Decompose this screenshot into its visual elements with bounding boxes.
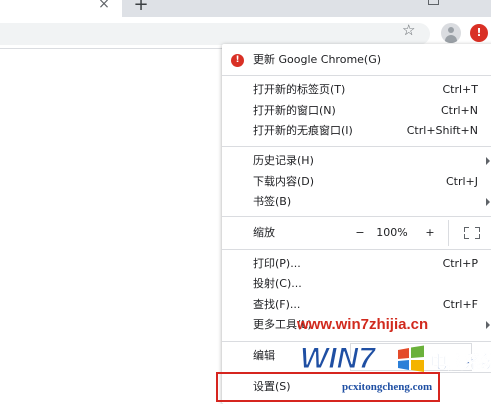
bookmark-star-icon[interactable]: ☆ [402, 21, 415, 39]
active-tab[interactable]: × [0, 0, 122, 17]
zoom-out-button[interactable]: − [350, 223, 370, 243]
tab-strip: × + [0, 0, 491, 17]
menu-item-new-incognito-window[interactable]: 打开新的无痕窗口(I) Ctrl+Shift+N [222, 121, 491, 141]
menu-item-label: 书签(B) [253, 195, 292, 208]
menu-item-label: 打印(P)... [253, 257, 301, 270]
watermark-url: www.win7zhijia.cn [297, 316, 429, 333]
window-restore-icon[interactable] [428, 0, 439, 5]
menu-item-label: 历史记录(H) [253, 154, 314, 167]
menu-separator [222, 216, 491, 217]
menu-item-new-tab[interactable]: 打开新的标签页(T) Ctrl+T [222, 80, 491, 100]
menu-item-zoom: 缩放 − 100% + [222, 220, 491, 246]
menu-item-shortcut: Ctrl+J [445, 175, 478, 188]
profile-avatar-icon[interactable] [441, 23, 461, 43]
menu-item-print[interactable]: 打印(P)... Ctrl+P [222, 254, 491, 274]
watermark-logo: WIN7 电脑系统城 [300, 342, 491, 376]
menu-item-update-chrome[interactable]: ! 更新 Google Chrome(G) [222, 50, 491, 70]
submenu-arrow-icon [486, 198, 490, 206]
menu-separator [222, 75, 491, 76]
menu-item-find[interactable]: 查找(F)... Ctrl+F [222, 295, 491, 315]
menu-item-label: 查找(F)... [253, 298, 301, 311]
menu-item-label: 编辑 [253, 349, 275, 362]
menu-item-shortcut: Ctrl+P [442, 257, 478, 270]
watermark-brand: 电脑系统城 [430, 352, 491, 373]
menu-item-shortcut: Ctrl+F [442, 298, 478, 311]
menu-item-history[interactable]: 历史记录(H) [222, 151, 491, 171]
new-tab-button[interactable]: + [133, 0, 149, 15]
address-bar[interactable] [0, 23, 430, 45]
menu-item-cast[interactable]: 投射(C)... [222, 274, 491, 294]
zoom-divider [448, 220, 449, 246]
menu-item-label: 投射(C)... [253, 277, 302, 290]
menu-item-label: 打开新的窗口(N) [253, 104, 336, 117]
windows-flag-icon [398, 345, 424, 372]
menu-item-new-window[interactable]: 打开新的窗口(N) Ctrl+N [222, 101, 491, 121]
menu-item-bookmarks[interactable]: 书签(B) [222, 192, 491, 212]
menu-item-shortcut: Ctrl+T [442, 83, 478, 96]
watermark-sub: pcxitongcheng.com [342, 381, 433, 393]
menu-item-label: 更新 Google Chrome(G) [253, 53, 382, 66]
zoom-level: 100% [376, 226, 408, 239]
watermark-logo-text: WIN7 [300, 342, 376, 375]
menu-item-label: 缩放 [253, 226, 275, 239]
menu-item-shortcut: Ctrl+Shift+N [406, 124, 478, 137]
submenu-arrow-icon [486, 157, 490, 165]
submenu-arrow-icon [486, 321, 490, 329]
fullscreen-icon[interactable] [464, 227, 480, 239]
tab-close-icon[interactable]: × [96, 0, 112, 12]
menu-separator [222, 249, 491, 250]
update-menu-button[interactable]: ! [470, 24, 488, 42]
menu-item-label: 打开新的无痕窗口(I) [253, 124, 353, 137]
menu-item-shortcut: Ctrl+N [440, 104, 478, 117]
menu-item-downloads[interactable]: 下载内容(D) Ctrl+J [222, 172, 491, 192]
update-alert-icon: ! [231, 54, 244, 67]
menu-item-label: 下载内容(D) [253, 175, 315, 188]
menu-separator [222, 146, 491, 147]
zoom-in-button[interactable]: + [420, 223, 440, 243]
menu-item-label: 打开新的标签页(T) [253, 83, 346, 96]
